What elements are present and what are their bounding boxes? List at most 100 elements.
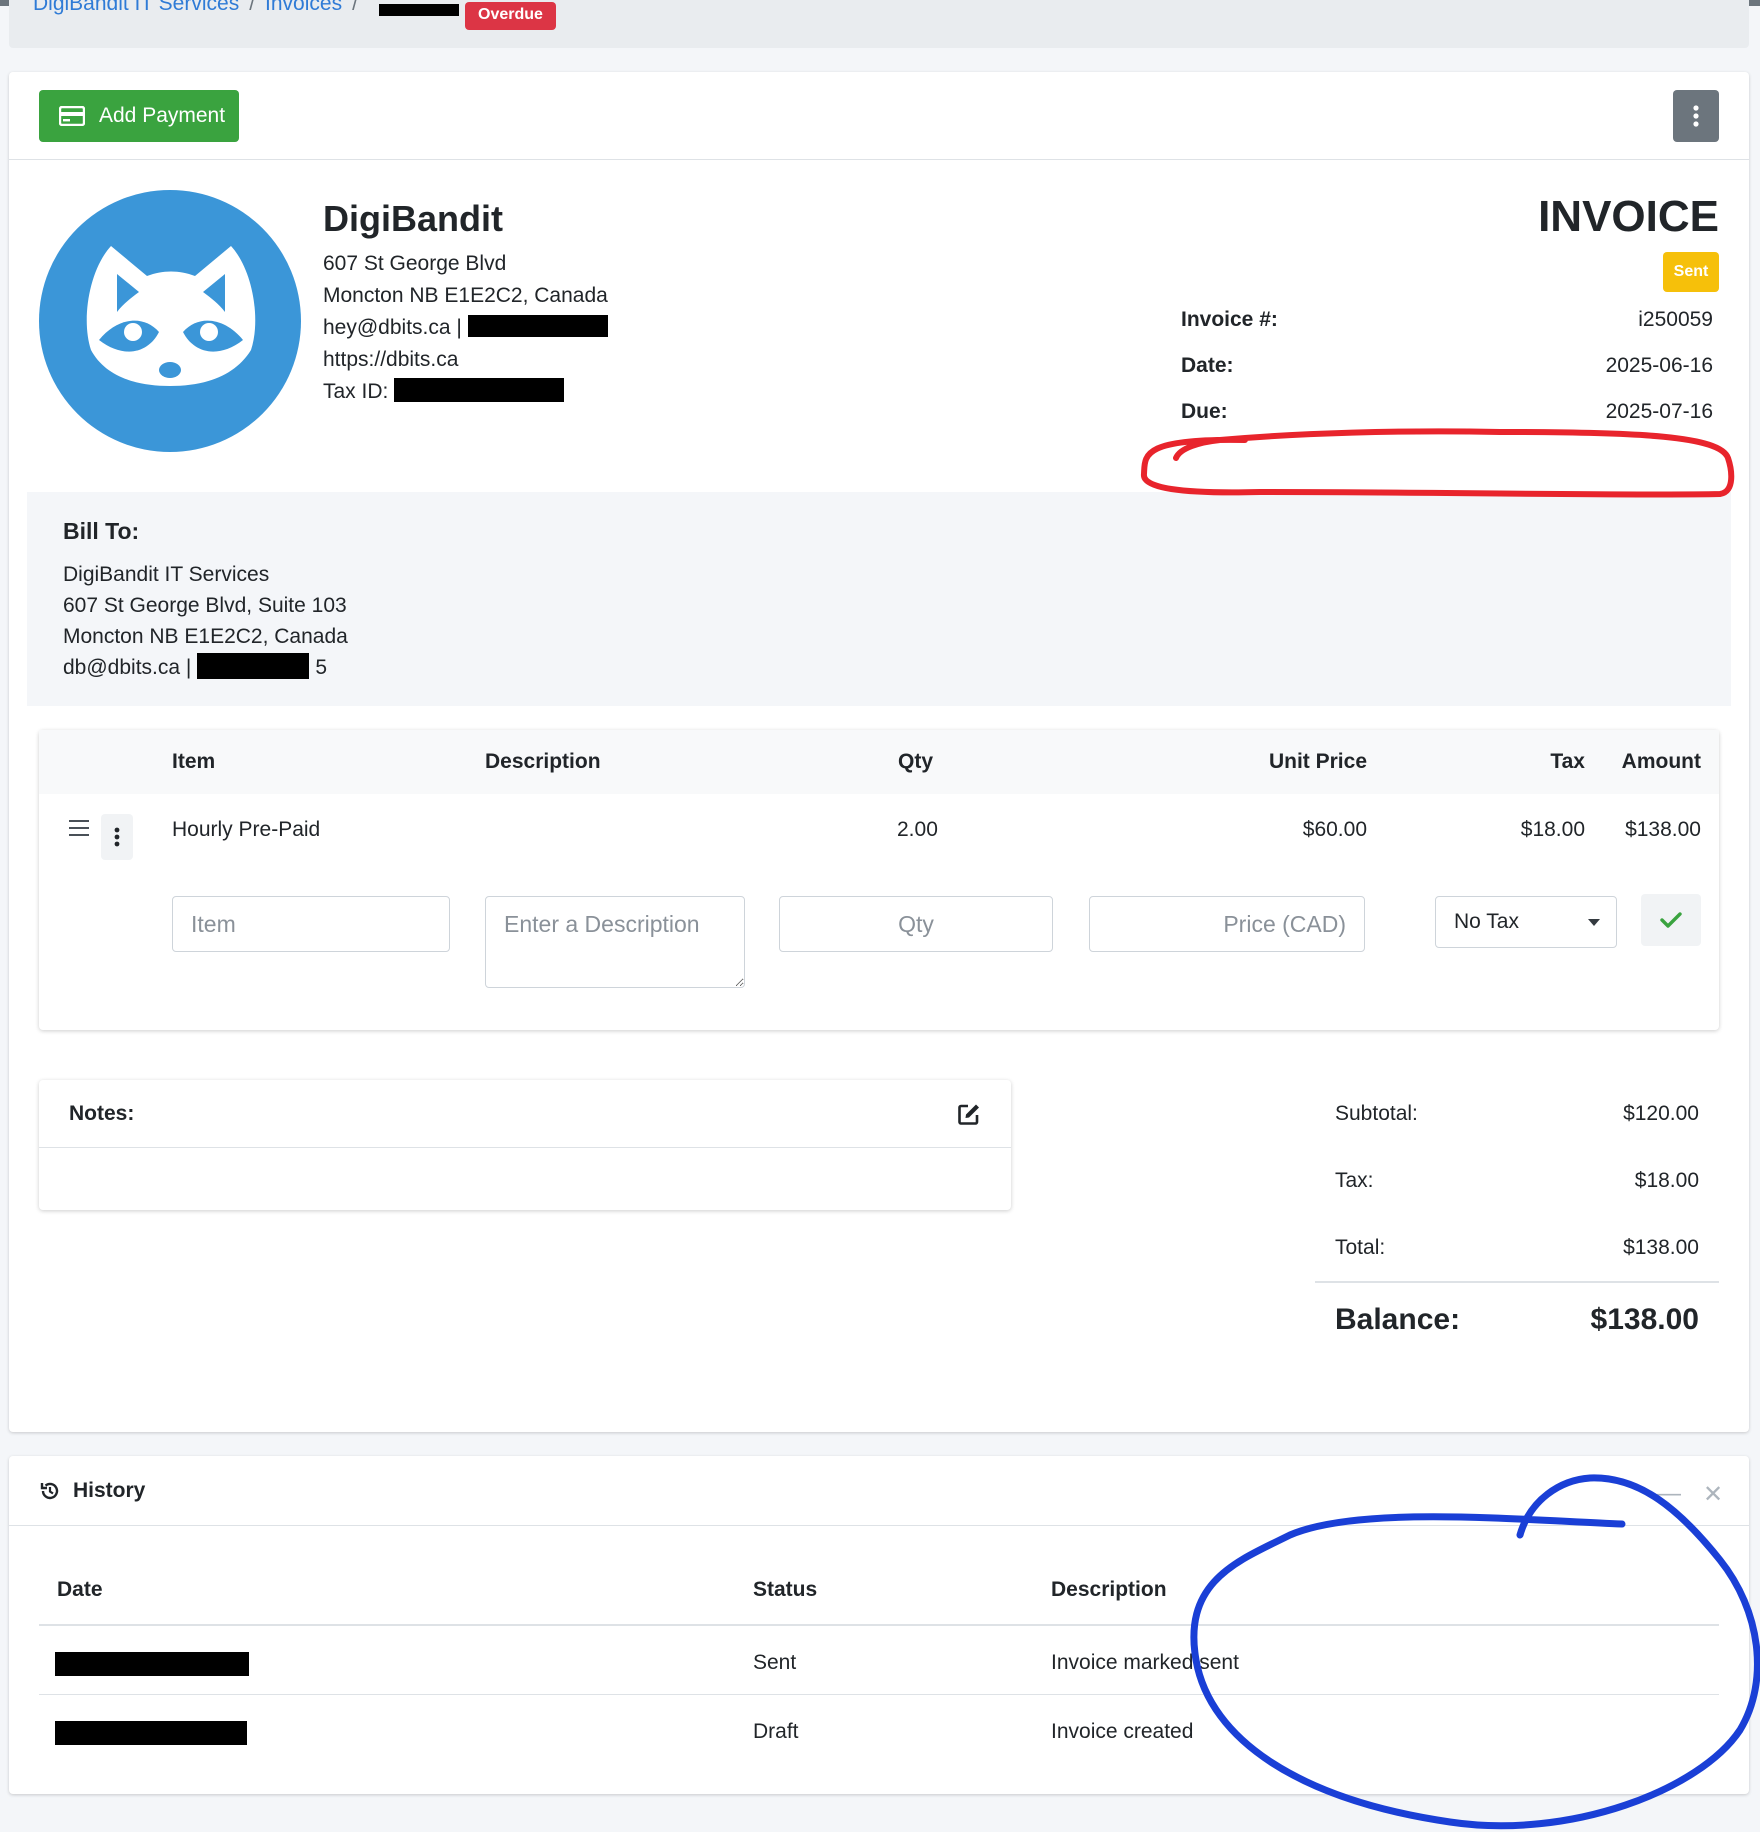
total-label: Total: xyxy=(1335,1235,1386,1259)
close-icon[interactable]: ✕ xyxy=(1703,1480,1723,1509)
col-description: Description xyxy=(485,750,601,773)
history-col-description: Description xyxy=(1051,1578,1167,1601)
invoice-due-date: 2025-07-16 xyxy=(1605,400,1713,423)
notes-label: Notes: xyxy=(69,1101,135,1125)
check-icon xyxy=(1660,912,1682,928)
history-icon xyxy=(40,1482,59,1499)
company-info: DigiBandit 607 St George Blvd Moncton NB… xyxy=(323,192,608,408)
history-row-status: Draft xyxy=(753,1720,799,1743)
history-title: History xyxy=(73,1478,146,1502)
bill-to-email: db@dbits.ca | xyxy=(63,656,192,679)
history-card: History — ✕ Date Status Description Sent… xyxy=(9,1456,1749,1794)
bill-to-label: Bill To: xyxy=(63,518,140,544)
col-amount: Amount xyxy=(1621,750,1701,773)
kebab-icon xyxy=(1693,105,1699,127)
balance-row: Balance: $138.00 xyxy=(1315,1281,1719,1357)
raccoon-logo xyxy=(39,190,301,452)
invoice-card: Add Payment DigiBandit 607 St George Blv… xyxy=(9,72,1749,1432)
bill-to-section: Bill To: DigiBandit IT Services 607 St G… xyxy=(27,492,1731,706)
history-header: History — ✕ xyxy=(9,1456,1749,1526)
redacted-history-date xyxy=(55,1721,247,1745)
breadcrumb: DigiBandit IT Services / Invoices / Overdue xyxy=(9,0,1749,48)
redacted-phone xyxy=(197,653,310,679)
bill-to-contact: db@dbits.ca | 5 xyxy=(63,652,1731,683)
redacted-phone xyxy=(467,315,608,337)
tax-label: Tax: xyxy=(1335,1168,1374,1192)
breadcrumb-links: DigiBandit IT Services / Invoices / xyxy=(33,0,368,16)
add-payment-button[interactable]: Add Payment xyxy=(39,90,239,142)
history-col-status: Status xyxy=(753,1578,818,1601)
edit-icon[interactable] xyxy=(957,1102,981,1126)
invoice-status-badge: Sent xyxy=(1663,252,1719,292)
new-qty-input[interactable] xyxy=(779,896,1053,952)
total-row: Total: $138.00 xyxy=(1315,1214,1719,1281)
line-item-amount: $138.00 xyxy=(1625,818,1701,841)
invoice-due-label: Due: xyxy=(1181,400,1228,423)
company-name: DigiBandit xyxy=(323,198,503,239)
company-website: https://dbits.ca xyxy=(323,348,459,371)
breadcrumb-invoices-link[interactable]: Invoices xyxy=(265,0,342,15)
tax-select[interactable]: No Tax xyxy=(1435,896,1617,948)
invoice-date-label: Date: xyxy=(1181,354,1234,377)
bill-to-phone-tail: 5 xyxy=(315,656,328,679)
col-item: Item xyxy=(172,750,216,773)
tax-select-value: No Tax xyxy=(1454,910,1519,933)
company-address-1: 607 St George Blvd xyxy=(323,252,507,275)
history-row-status: Sent xyxy=(753,1651,797,1674)
bill-to-address-1: 607 St George Blvd, Suite 103 xyxy=(63,594,347,617)
col-tax: Tax xyxy=(1550,750,1585,773)
more-actions-button[interactable] xyxy=(1673,90,1719,142)
balance-label: Balance: xyxy=(1335,1303,1461,1336)
line-items-table: Item Description Qty Unit Price Tax Amou… xyxy=(39,730,1719,1030)
invoice-number: i250059 xyxy=(1638,308,1713,331)
bill-to-address-2: Moncton NB E1E2C2, Canada xyxy=(63,625,348,648)
col-qty: Qty xyxy=(898,750,934,773)
tax-row: Tax: $18.00 xyxy=(1315,1147,1719,1214)
history-row-divider xyxy=(39,1694,1719,1695)
subtotal-value: $120.00 xyxy=(1623,1101,1699,1125)
line-items-header: Item Description Qty Unit Price Tax Amou… xyxy=(39,730,1719,794)
new-item-input[interactable] xyxy=(172,896,450,952)
history-row-description: Invoice marked sent xyxy=(1051,1651,1239,1674)
notes-panel: Notes: xyxy=(39,1080,1011,1210)
redacted-tax-id xyxy=(394,378,565,402)
invoice-date: 2025-06-16 xyxy=(1605,354,1713,377)
history-divider xyxy=(39,1624,1719,1626)
invoice-date-row: Date: 2025-06-16 xyxy=(1181,354,1719,400)
line-item-qty: 2.00 xyxy=(897,818,938,841)
redacted-invoice-id xyxy=(379,4,459,16)
invoice-toolbar: Add Payment xyxy=(9,72,1749,160)
line-item-tax: $18.00 xyxy=(1520,818,1585,841)
chevron-down-icon xyxy=(1588,918,1600,926)
history-col-date: Date xyxy=(57,1578,103,1601)
col-unit-price: Unit Price xyxy=(1268,750,1367,773)
company-tax-id: Tax ID: xyxy=(323,376,608,408)
tax-value: $18.00 xyxy=(1634,1168,1699,1192)
company-email: hey@dbits.ca | xyxy=(323,316,462,339)
invoice-meta: Invoice #: i250059 Date: 2025-06-16 Due:… xyxy=(1181,308,1719,446)
new-description-input[interactable] xyxy=(485,896,745,988)
bill-to-name: DigiBandit IT Services xyxy=(63,563,270,586)
row-actions-button[interactable] xyxy=(101,814,133,860)
add-line-item-button[interactable] xyxy=(1641,894,1701,946)
total-value: $138.00 xyxy=(1623,1235,1699,1259)
line-item-name: Hourly Pre-Paid xyxy=(172,818,321,841)
invoice-due-row: Due: 2025-07-16 xyxy=(1181,400,1719,446)
notes-header: Notes: xyxy=(39,1080,1011,1148)
history-row-description: Invoice created xyxy=(1051,1720,1194,1743)
subtotal-row: Subtotal: $120.00 xyxy=(1315,1080,1719,1147)
redacted-history-date xyxy=(55,1652,249,1676)
invoice-number-row: Invoice #: i250059 xyxy=(1181,308,1719,354)
invoice-title: INVOICE xyxy=(1538,192,1719,241)
line-item-unit-price: $60.00 xyxy=(1302,818,1367,841)
minus-icon[interactable]: — xyxy=(1657,1480,1681,1508)
credit-card-icon xyxy=(59,106,85,126)
breadcrumb-client-link[interactable]: DigiBandit IT Services xyxy=(33,0,239,15)
company-contact: hey@dbits.ca | xyxy=(323,312,608,344)
overdue-badge: Overdue xyxy=(465,2,556,30)
invoice-number-label: Invoice #: xyxy=(1181,308,1278,331)
drag-handle-icon[interactable] xyxy=(69,820,89,841)
add-payment-label: Add Payment xyxy=(99,104,226,127)
new-price-input[interactable] xyxy=(1089,896,1365,952)
subtotal-label: Subtotal: xyxy=(1335,1101,1418,1125)
